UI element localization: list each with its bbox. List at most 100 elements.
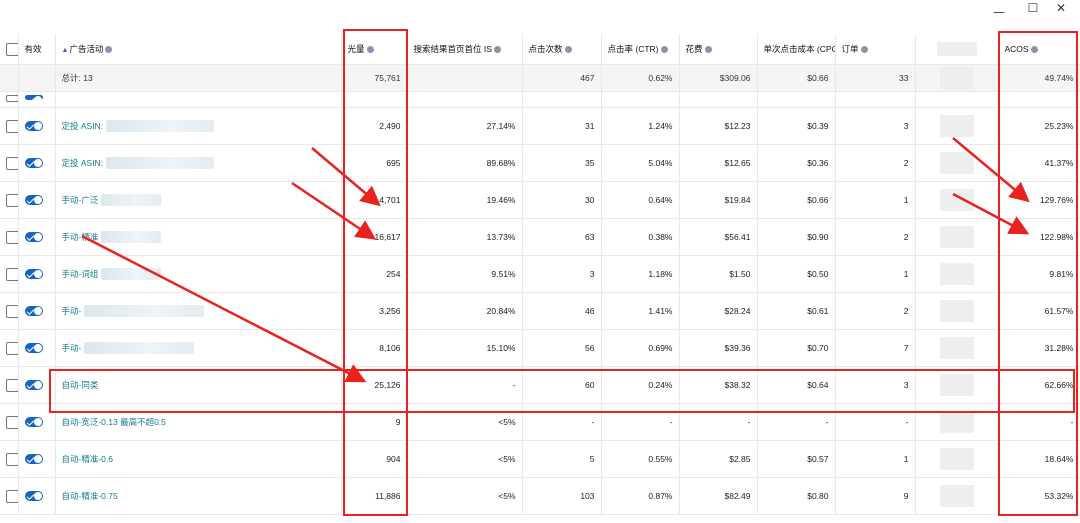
- header-acos[interactable]: ACOS: [998, 34, 1080, 65]
- row-checkbox[interactable]: [6, 267, 17, 281]
- row-checkbox[interactable]: [6, 304, 17, 318]
- header-active[interactable]: 有效: [18, 34, 56, 65]
- active-toggle[interactable]: [24, 343, 43, 354]
- active-toggle[interactable]: [24, 94, 43, 104]
- cell-orders: 3: [835, 366, 916, 404]
- active-toggle[interactable]: [24, 380, 43, 391]
- info-icon[interactable]: [1030, 46, 1038, 54]
- header-campaign[interactable]: ▲广告活动: [55, 34, 342, 65]
- info-icon[interactable]: [105, 46, 113, 54]
- active-toggle[interactable]: [24, 269, 43, 280]
- row-checkbox[interactable]: [6, 230, 17, 244]
- cell-cpc: $0.70: [757, 329, 836, 367]
- cell-ctr: 0.69%: [601, 329, 680, 367]
- row-hidden-cell: [915, 477, 999, 515]
- active-toggle[interactable]: [24, 195, 43, 206]
- redacted-block: [939, 189, 974, 211]
- table-row[interactable]: 手动-精准 16,617 13.73% 63 0.38% $56.41 $0.90 2 122.…: [0, 218, 1080, 256]
- campaign-name-link[interactable]: 手动-: [62, 306, 82, 316]
- cell-cpc: -: [757, 403, 836, 441]
- row-hidden-cell: [915, 144, 999, 182]
- active-toggle[interactable]: [24, 491, 43, 502]
- info-icon[interactable]: [660, 46, 668, 54]
- cell-orders: 3: [835, 107, 916, 145]
- row-checkbox[interactable]: [6, 452, 17, 466]
- total-ctr: 0.62%: [601, 64, 680, 92]
- active-toggle[interactable]: [24, 306, 43, 317]
- cell-orders: 2: [835, 144, 916, 182]
- active-toggle[interactable]: [24, 158, 43, 169]
- header-clicks[interactable]: 点击次数: [522, 34, 602, 65]
- row-checkbox[interactable]: [6, 94, 17, 102]
- total-cpc: $0.66: [757, 64, 836, 92]
- row-checkbox[interactable]: [6, 193, 17, 207]
- row-campaign-cell: 定投 ASIN:: [55, 107, 342, 145]
- table-row[interactable]: 手动-广泛 4,701 19.46% 30 0.64% $19.84 $0.66 1 129.7…: [0, 181, 1080, 219]
- spacer-cell: [0, 91, 19, 108]
- campaign-name-link[interactable]: 自动-同类: [62, 380, 99, 390]
- campaign-name-link[interactable]: 手动-: [62, 343, 82, 353]
- row-checkbox[interactable]: [6, 156, 17, 170]
- cell-acos: 122.98%: [998, 218, 1080, 256]
- cell-top-is: <5%: [407, 477, 523, 515]
- table-row[interactable]: 自动-同类 25,126-60 0.24% $38.32 $0.64 3 62.66%: [0, 366, 1080, 404]
- close-icon[interactable]: ✕: [1044, 2, 1078, 16]
- row-checkbox[interactable]: [6, 489, 17, 503]
- row-select-cell: [0, 181, 19, 219]
- cell-cpc: $0.57: [757, 440, 836, 478]
- table-row[interactable]: 手动-词组 254 9.51% 3 1.18% $1.50 $0.50 1 9.81%: [0, 255, 1080, 293]
- table-row[interactable]: 定投 ASIN: 695 89.68% 35 5.04% $12.65 $0.36 2 41.3…: [0, 144, 1080, 182]
- active-toggle[interactable]: [24, 121, 43, 132]
- cell-clicks: 60: [522, 366, 602, 404]
- header-spend[interactable]: 花费: [679, 34, 758, 65]
- campaign-name-link[interactable]: 手动-精准: [62, 232, 99, 242]
- select-all-checkbox[interactable]: [6, 42, 17, 56]
- table-row[interactable]: 自动-精准-0.75 11,886 <5% 103 0.87% $82.49 $0.80 9 5…: [0, 477, 1080, 515]
- cell-impressions: 9: [341, 403, 408, 441]
- campaign-name-link[interactable]: 手动-词组: [62, 269, 99, 279]
- cell-cpc: $0.66: [757, 181, 836, 219]
- campaign-name-link[interactable]: 自动-精准-0.6: [62, 454, 113, 464]
- info-icon[interactable]: [860, 46, 868, 54]
- active-toggle[interactable]: [24, 417, 43, 428]
- header-impressions-label: 光量: [347, 44, 365, 54]
- info-icon[interactable]: [564, 46, 572, 54]
- info-icon[interactable]: [493, 46, 501, 54]
- cell-ctr: 1.18%: [601, 255, 680, 293]
- row-checkbox[interactable]: [6, 119, 17, 133]
- campaign-name-link[interactable]: 自动-精准-0.75: [62, 491, 118, 501]
- total-orders: 33: [835, 64, 916, 92]
- active-toggle[interactable]: [24, 232, 43, 243]
- campaign-name-link[interactable]: 自动-宽泛-0.13 最高不超0.5: [62, 417, 166, 427]
- cell-impressions: 3,256: [341, 292, 408, 330]
- info-icon[interactable]: [704, 46, 712, 54]
- minimize-icon[interactable]: —: [982, 6, 1016, 20]
- header-orders[interactable]: 订单: [835, 34, 916, 65]
- campaign-name-link[interactable]: 定投 ASIN:: [62, 158, 104, 168]
- row-checkbox[interactable]: [6, 378, 17, 392]
- table-row[interactable]: 手动- 8,106 15.10% 56 0.69% $39.36 $0.70 7 31.28%: [0, 329, 1080, 367]
- campaign-name-link[interactable]: 定投 ASIN:: [62, 121, 104, 131]
- table-row[interactable]: 自动-精准-0.6 904 <5% 5 0.55% $2.85 $0.57 1 18.64%: [0, 440, 1080, 478]
- cell-top-is: <5%: [407, 403, 523, 441]
- spacer-cell: [915, 91, 999, 108]
- table-row[interactable]: 自动-宽泛-0.13 最高不超0.5 9 <5% - - - - - -: [0, 403, 1080, 441]
- cell-orders: 2: [835, 292, 916, 330]
- info-icon[interactable]: [366, 46, 374, 54]
- cell-top-is: 19.46%: [407, 181, 523, 219]
- cell-orders: 1: [835, 181, 916, 219]
- row-checkbox[interactable]: [6, 341, 17, 355]
- table-row[interactable]: 手动- 3,256 20.84% 46 1.41% $28.24 $0.61 2 61.57%: [0, 292, 1080, 330]
- header-cpc[interactable]: 单次点击成本 (CPC: [757, 34, 836, 65]
- header-impressions[interactable]: 光量: [341, 34, 408, 65]
- header-top-is[interactable]: 搜索结果首页首位 IS: [407, 34, 523, 65]
- redacted-block: [84, 342, 195, 355]
- row-campaign-cell: 定投 ASIN:: [55, 144, 342, 182]
- active-toggle[interactable]: [24, 454, 43, 465]
- cell-impressions: 2,490: [341, 107, 408, 145]
- row-select-cell: [0, 107, 19, 145]
- row-checkbox[interactable]: [6, 415, 17, 429]
- header-ctr[interactable]: 点击率 (CTR): [601, 34, 680, 65]
- table-row[interactable]: 定投 ASIN: 2,490 27.14% 31 1.24% $12.23 $0.39 3 25…: [0, 107, 1080, 145]
- campaign-name-link[interactable]: 手动-广泛: [62, 195, 99, 205]
